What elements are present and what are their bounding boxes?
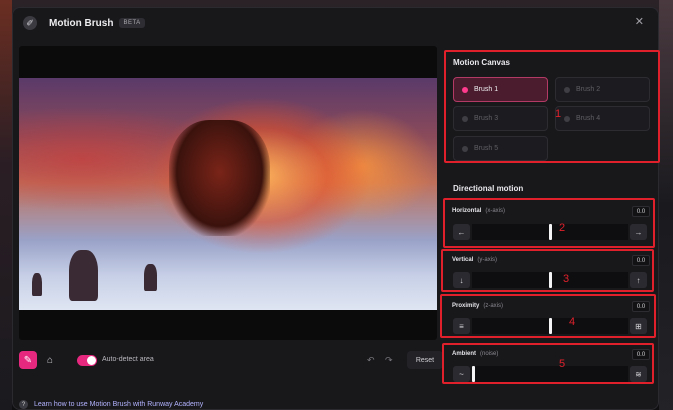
undo-icon[interactable]: ↶ bbox=[367, 355, 375, 366]
proximity-value[interactable]: 0.0 bbox=[632, 301, 650, 312]
background-edge-right bbox=[659, 0, 673, 410]
proximity-label: Proximity (z-axis) bbox=[452, 303, 504, 309]
brush-4-button[interactable]: Brush 4 bbox=[555, 106, 650, 131]
auto-detect-label: Auto-detect area bbox=[102, 356, 154, 363]
brush-color-dot bbox=[564, 115, 570, 122]
ambient-slider-handle[interactable] bbox=[472, 366, 475, 382]
brush-label: Brush 5 bbox=[474, 145, 499, 152]
ambient-value[interactable]: 0.0 bbox=[632, 349, 650, 360]
cloaked-figure bbox=[69, 249, 99, 301]
reset-button[interactable]: Reset bbox=[407, 351, 443, 369]
annotation-number: 3 bbox=[563, 273, 570, 285]
vertical-value[interactable]: 0.0 bbox=[632, 255, 650, 266]
horizontal-label: Horizontal (x-axis) bbox=[452, 208, 506, 214]
eraser-icon[interactable]: ⌂ bbox=[41, 351, 59, 369]
arrow-down-icon[interactable]: ↓ bbox=[453, 272, 470, 288]
layers-icon[interactable]: ≡ bbox=[453, 318, 470, 334]
soldier-figure bbox=[144, 263, 157, 292]
arrow-left-icon[interactable]: ← bbox=[453, 224, 470, 240]
brush-5-button[interactable]: Brush 5 bbox=[453, 136, 548, 161]
arrow-up-icon[interactable]: ↑ bbox=[630, 272, 647, 288]
annotation-number: 2 bbox=[559, 222, 566, 234]
ambient-slider[interactable] bbox=[472, 366, 628, 382]
horizontal-value[interactable]: 0.0 bbox=[632, 206, 650, 217]
brush-color-dot bbox=[564, 86, 570, 93]
annotation-number: 5 bbox=[559, 358, 566, 370]
brush-color-dot bbox=[462, 86, 468, 93]
annotation-number: 4 bbox=[569, 316, 576, 328]
source-image[interactable] bbox=[19, 78, 437, 310]
motion-brush-icon: ✐ bbox=[23, 16, 37, 30]
annotation-number: 1 bbox=[555, 108, 562, 120]
learn-link-text: Learn how to use Motion Brush with Runwa… bbox=[34, 401, 204, 408]
arrow-right-icon[interactable]: → bbox=[630, 224, 647, 240]
background-edge-left bbox=[0, 0, 12, 410]
modal-title: Motion Brush bbox=[49, 17, 114, 29]
modal-header: ✐ Motion Brush BETA bbox=[13, 8, 658, 38]
brush-label: Brush 4 bbox=[576, 115, 601, 122]
ambient-label: Ambient (noise) bbox=[452, 351, 499, 357]
help-icon: ? bbox=[19, 400, 28, 409]
brush-1-button[interactable]: Brush 1 bbox=[453, 77, 548, 102]
brush-label: Brush 2 bbox=[576, 86, 601, 93]
brush-label: Brush 3 bbox=[474, 115, 499, 122]
horizontal-slider-handle[interactable] bbox=[549, 224, 552, 240]
noise-icon[interactable]: ≋ bbox=[630, 366, 647, 382]
vertical-slider-handle[interactable] bbox=[549, 272, 552, 288]
beta-badge: BETA bbox=[119, 18, 145, 28]
auto-detect-toggle[interactable] bbox=[77, 355, 97, 366]
soldier-figure bbox=[31, 272, 42, 297]
wave-icon[interactable]: ~ bbox=[453, 366, 470, 382]
proximity-control: Proximity (z-axis) 0.0 ≡ ⊞ bbox=[442, 294, 654, 338]
ambient-control: Ambient (noise) 0.0 ~ ≋ bbox=[442, 343, 654, 384]
brush-color-dot bbox=[462, 145, 468, 152]
horizontal-control: Horizontal (x-axis) 0.0 ← → bbox=[442, 198, 654, 248]
brush-3-button[interactable]: Brush 3 bbox=[453, 106, 548, 131]
directional-motion-title: Directional motion bbox=[453, 184, 524, 193]
learn-link[interactable]: ? Learn how to use Motion Brush with Run… bbox=[19, 400, 203, 409]
brush-label: Brush 1 bbox=[474, 86, 499, 93]
close-icon[interactable]: ✕ bbox=[635, 17, 644, 28]
redo-icon[interactable]: ↷ bbox=[385, 355, 393, 366]
motion-canvas-title: Motion Canvas bbox=[453, 58, 510, 67]
brush-color-dot bbox=[462, 115, 468, 122]
brush-2-button[interactable]: Brush 2 bbox=[555, 77, 650, 102]
vertical-control: Vertical (y-axis) 0.0 ↓ ↑ bbox=[442, 249, 654, 292]
proximity-slider-handle[interactable] bbox=[549, 318, 552, 334]
expand-icon[interactable]: ⊞ bbox=[630, 318, 647, 334]
brush-icon[interactable]: ✎ bbox=[19, 351, 37, 369]
dragon-figure bbox=[169, 119, 270, 236]
vertical-label: Vertical (y-axis) bbox=[452, 257, 498, 263]
image-canvas[interactable] bbox=[19, 46, 437, 340]
canvas-toolbar: ✎ ⌂ Auto-detect area ↶ ↷ Reset bbox=[19, 351, 443, 373]
